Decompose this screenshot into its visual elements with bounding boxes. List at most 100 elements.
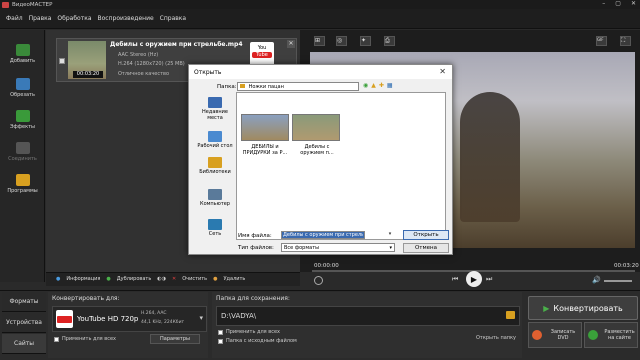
stabilize-icon[interactable]: ◎: [336, 36, 347, 46]
network-icon: [208, 219, 222, 230]
snapshot-small-icon[interactable]: [314, 276, 323, 285]
library-icon: [208, 157, 222, 168]
filetype-label: Тип файлов:: [238, 245, 274, 251]
open-file-dialog: Открыть ✕ Папка: Ножки пацан ◉ ▲ ✚ ▦ Нед…: [188, 64, 453, 255]
params-button[interactable]: Параметры: [150, 334, 200, 344]
snapshot-icon[interactable]: ⎙: [384, 36, 395, 46]
youtube-icon: [56, 310, 73, 328]
app-icon: [2, 1, 9, 8]
delete-button[interactable]: Удалить: [224, 276, 246, 282]
crop-icon[interactable]: ⊞: [314, 36, 325, 46]
window-title: ВидеоМАСТЕР: [12, 1, 53, 8]
info-button[interactable]: Информация: [66, 276, 100, 282]
play-button[interactable]: ▶: [466, 271, 482, 287]
volume-slider[interactable]: [604, 280, 632, 282]
up-folder-icon[interactable]: ▲: [371, 82, 376, 89]
menu-file[interactable]: Файл: [6, 15, 23, 22]
duplicate-icon: ●: [106, 276, 111, 282]
sidebar-effects-button[interactable]: Эффекты: [2, 102, 43, 132]
place-recent[interactable]: Недавние места: [195, 97, 235, 121]
enhance-icon[interactable]: ✦: [360, 36, 371, 46]
burn-dvd-button[interactable]: Записать DVD: [528, 322, 582, 348]
volume-icon[interactable]: 🔊: [592, 276, 601, 284]
thumbnail-duration: 00:03:20: [73, 71, 103, 78]
place-desktop[interactable]: Рабочий стол: [195, 131, 235, 149]
dvd-icon: [532, 330, 542, 340]
menu-edit[interactable]: Правка: [29, 15, 52, 22]
remove-file-icon[interactable]: ✕: [287, 40, 295, 48]
save-path-field[interactable]: D:\VADYA\: [216, 306, 520, 326]
cancel-button[interactable]: Отмена: [403, 243, 449, 253]
view-menu-icon[interactable]: ▦: [387, 82, 393, 89]
toggle-icon[interactable]: ◐◑: [157, 276, 166, 282]
dropdown-arrow-icon: ▾: [199, 314, 203, 322]
folder-label: Папка:: [217, 84, 237, 90]
file-quality: Отличное качество: [118, 71, 170, 77]
next-icon[interactable]: ⏭: [486, 275, 492, 284]
delete-icon: ●: [213, 276, 218, 282]
convert-icon: ▶: [543, 303, 550, 313]
time-end: 00:03:20: [614, 263, 639, 269]
recent-icon: [208, 97, 222, 108]
folder-icon[interactable]: [506, 311, 515, 319]
apply-all-checkbox-2[interactable]: [218, 330, 223, 335]
place-network[interactable]: Сеть: [195, 219, 235, 237]
clear-icon: ✕: [172, 276, 177, 282]
file-thumbnail-1[interactable]: [241, 114, 289, 141]
folder-small-icon: [240, 84, 245, 88]
minimize-button[interactable]: –: [602, 0, 605, 7]
menu-help[interactable]: Справка: [160, 15, 186, 22]
filename-dropdown-icon[interactable]: ▾: [386, 231, 394, 239]
info-icon: ●: [56, 276, 61, 282]
sidebar-join-button[interactable]: Соединить: [2, 134, 43, 164]
fullscreen-icon[interactable]: ⛶: [620, 36, 631, 46]
menu-process[interactable]: Обработка: [57, 15, 91, 22]
new-folder-icon[interactable]: ✚: [379, 82, 384, 89]
sidebar-trim-button[interactable]: Обрезать: [2, 70, 43, 100]
folder-dropdown[interactable]: Ножки пацан: [237, 82, 359, 91]
file-browser: ДЕБИЛЫ и ПРИДУРКИ за Р... Дебилы с оружи…: [236, 92, 446, 240]
open-folder-button[interactable]: Открыть папку: [476, 335, 516, 341]
apply-all-label-2: Применить для всех: [226, 329, 280, 335]
gif-icon[interactable]: GIF: [596, 36, 607, 46]
file-thumbnail-2[interactable]: [292, 114, 340, 141]
dialog-close-button[interactable]: ✕: [439, 67, 446, 76]
close-button[interactable]: ✕: [631, 0, 636, 7]
prev-icon[interactable]: ⏮: [452, 275, 458, 284]
effects-icon: [15, 110, 30, 122]
duplicate-button[interactable]: Дублировать: [117, 276, 152, 282]
file-name-2[interactable]: Дебилы с оружием п...: [292, 144, 342, 156]
filename-input[interactable]: [281, 231, 365, 239]
apply-all-checkbox[interactable]: [54, 337, 59, 342]
tab-devices[interactable]: Устройства: [2, 313, 46, 333]
upload-site-button[interactable]: Разместить на сайте: [584, 322, 638, 348]
computer-icon: [208, 189, 222, 200]
scissors-icon: [15, 78, 30, 90]
time-start: 00:00:00: [314, 263, 339, 269]
file-checkbox[interactable]: [59, 58, 65, 64]
file-name-1[interactable]: ДЕБИЛЫ и ПРИДУРКИ за Р...: [240, 144, 290, 156]
menu-playback[interactable]: Воспроизведение: [98, 15, 154, 22]
preview-toolbar: ⊞ ◎ ✦ ⎙ GIF ⛶: [310, 36, 635, 48]
place-libraries[interactable]: Библиотеки: [195, 157, 235, 175]
sidebar-add-button[interactable]: Добавить: [2, 36, 43, 66]
title-bar: ВидеоМАСТЕР – ▢ ✕: [0, 0, 640, 9]
maximize-button[interactable]: ▢: [615, 0, 621, 7]
tab-sites[interactable]: Сайты: [2, 334, 46, 354]
sidebar: Добавить Обрезать Эффекты Соединить Прог…: [0, 30, 45, 282]
format-selector[interactable]: YouTube HD 720p H.264, AAC 44,1 KHz, 224…: [52, 306, 207, 332]
filetype-dropdown[interactable]: Все форматы ▾: [281, 243, 395, 252]
back-icon[interactable]: ◉: [363, 82, 368, 89]
join-icon: [15, 142, 30, 154]
file-audio-info: AAC Stereo (Hz): [118, 52, 159, 58]
open-button[interactable]: Открыть: [403, 230, 449, 240]
place-computer[interactable]: Компьютер: [195, 189, 235, 207]
save-folder-label: Папка для сохранения:: [216, 295, 290, 302]
source-folder-checkbox[interactable]: [218, 339, 223, 344]
menu-bar: Файл Правка Обработка Воспроизведение Сп…: [0, 9, 640, 29]
sidebar-programs-button[interactable]: Программы: [2, 166, 43, 196]
clear-button[interactable]: Очистить: [182, 276, 207, 282]
convert-button[interactable]: ▶ Конвертировать: [528, 296, 638, 320]
filename-label: Имя файла:: [238, 233, 272, 239]
tab-formats[interactable]: Форматы: [2, 292, 46, 312]
